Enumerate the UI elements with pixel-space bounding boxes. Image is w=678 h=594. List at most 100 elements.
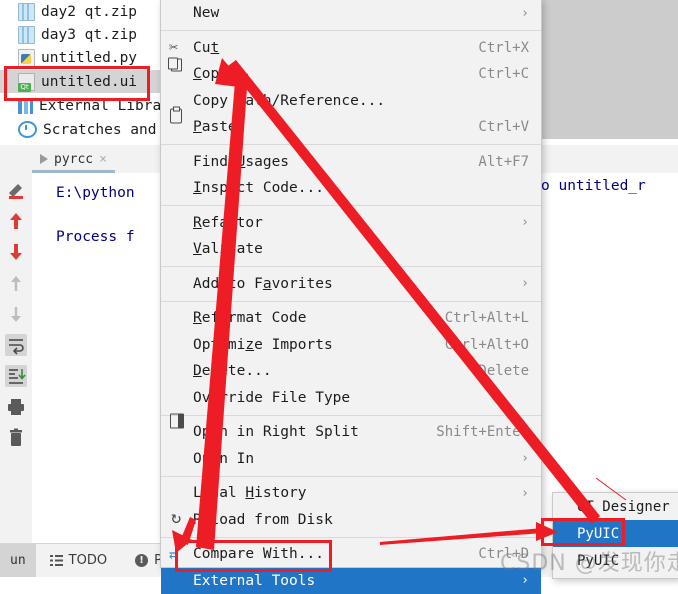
menu-item-shortcut: Delete: [478, 363, 529, 379]
console-line-1-continued: o untitled_r: [541, 178, 646, 194]
menu-item-shortcut: Ctrl+Alt+L: [445, 310, 529, 326]
menu-item-optimize-imports[interactable]: Optimize Imports Ctrl+Alt+O: [161, 332, 541, 359]
menu-item-delete[interactable]: Delete... Delete: [161, 358, 541, 385]
tree-item-label: Scratches and C: [43, 122, 174, 138]
submenu-item-pyuic[interactable]: PyUIC: [553, 520, 678, 547]
cut-icon: [169, 40, 185, 56]
run-toolbar[interactable]: [0, 145, 33, 544]
menu-separator: [161, 537, 541, 538]
todo-icon: [50, 555, 63, 566]
chevron-right-icon: ›: [521, 451, 529, 466]
menu-item-inspect-code[interactable]: Inspect Code...: [161, 175, 541, 202]
zip-file-icon: [18, 3, 35, 21]
menu-item-shortcut: Ctrl+Alt+O: [445, 337, 529, 353]
menu-item-label: Optimize Imports: [193, 337, 445, 353]
menu-separator: [161, 266, 541, 267]
tree-item-label: day3 qt.zip: [41, 27, 137, 43]
menu-item-copy[interactable]: Copy Ctrl+C: [161, 61, 541, 88]
menu-item-label: Open In: [193, 451, 511, 467]
submenu-item-label: QT Designer: [577, 499, 670, 515]
menu-separator: [161, 30, 541, 31]
tree-item-label: day2 qt.zip: [41, 4, 137, 20]
soft-wrap-icon[interactable]: [5, 334, 27, 356]
menu-separator: [161, 144, 541, 145]
next-occurrence-icon[interactable]: [5, 241, 27, 263]
file-context-menu[interactable]: New › Cut Ctrl+X Copy Ctrl+C Copy Path/R…: [160, 0, 542, 568]
menu-separator: [161, 476, 541, 477]
chevron-right-icon: ›: [521, 215, 529, 230]
menu-item-label: Paste: [193, 119, 478, 135]
split-editor-icon: [170, 414, 184, 429]
menu-item-reload-from-disk[interactable]: Reload from Disk: [161, 507, 541, 534]
print-icon[interactable]: [5, 396, 27, 418]
menu-item-label: Compare With...: [193, 546, 478, 562]
compare-icon: [169, 546, 185, 562]
menu-separator: [161, 415, 541, 416]
menu-item-label: External Tools: [193, 573, 511, 589]
external-libraries-icon: [18, 98, 33, 114]
menu-item-label: Copy Path/Reference...: [193, 93, 529, 109]
submenu-item-label: PyUIC: [577, 553, 619, 569]
menu-item-copy-path-reference[interactable]: Copy Path/Reference...: [161, 88, 541, 115]
menu-item-paste[interactable]: Paste Ctrl+V: [161, 114, 541, 141]
problems-icon: [135, 554, 148, 567]
menu-item-open-in-right-split[interactable]: Open in Right Split Shift+Enter: [161, 419, 541, 446]
scratches-icon: [18, 121, 37, 138]
menu-item-new[interactable]: New ›: [161, 0, 541, 27]
rerun-icon[interactable]: [5, 179, 27, 201]
menu-item-label: Open in Right Split: [193, 424, 436, 440]
tree-item-label: untitled.py: [41, 50, 137, 66]
status-todo-label: TODO: [69, 553, 107, 568]
menu-item-label: Delete...: [193, 363, 478, 379]
menu-item-open-in[interactable]: Open In ›: [161, 446, 541, 473]
tree-item-label: untitled.ui: [41, 74, 137, 90]
menu-item-cut[interactable]: Cut Ctrl+X: [161, 35, 541, 62]
menu-item-local-history[interactable]: Local History ›: [161, 480, 541, 507]
menu-item-shortcut: Ctrl+X: [478, 40, 529, 56]
external-tools-submenu[interactable]: QT Designer PyUIC PyUIC: [552, 492, 678, 579]
reload-icon: [169, 512, 185, 528]
run-play-icon: [40, 154, 48, 164]
menu-item-label: Copy: [193, 66, 478, 82]
chevron-right-icon: ›: [521, 6, 529, 21]
prev-occurrence-icon[interactable]: [5, 210, 27, 232]
menu-item-label: Override File Type: [193, 390, 529, 406]
run-tab-pyrcc[interactable]: pyrcc ×: [32, 145, 115, 173]
copy-icon: [171, 59, 182, 72]
menu-item-refactor[interactable]: Refactor ›: [161, 210, 541, 237]
down-arrow-icon[interactable]: [5, 303, 27, 325]
menu-item-label: New: [193, 5, 511, 21]
menu-item-reformat-code[interactable]: Reformat Code Ctrl+Alt+L: [161, 305, 541, 332]
tree-item-label: External Librar: [39, 98, 170, 114]
paste-icon: [170, 109, 182, 124]
menu-item-add-to-favorites[interactable]: Add to Favorites ›: [161, 271, 541, 298]
chevron-right-icon: ›: [521, 486, 529, 501]
submenu-item-label: PyUIC: [577, 526, 619, 542]
chevron-right-icon: ›: [521, 573, 529, 588]
menu-item-shortcut: Ctrl+C: [478, 66, 529, 82]
status-todo-button[interactable]: TODO: [36, 553, 121, 568]
up-arrow-icon[interactable]: [5, 272, 27, 294]
menu-item-label: Inspect Code...: [193, 180, 529, 196]
menu-item-find-usages[interactable]: Find Usages Alt+F7: [161, 149, 541, 176]
menu-item-compare-with[interactable]: Compare With... Ctrl+D: [161, 541, 541, 568]
submenu-item-pyuic-2[interactable]: PyUIC: [553, 547, 678, 574]
qt-ui-file-icon: [18, 73, 35, 91]
menu-item-shortcut: Ctrl+V: [478, 119, 529, 135]
submenu-item-qt-designer[interactable]: QT Designer: [553, 493, 678, 520]
menu-item-label: Validate: [193, 241, 529, 257]
scroll-to-end-icon[interactable]: [5, 365, 27, 387]
clear-all-icon[interactable]: [5, 427, 27, 449]
menu-item-label: Reload from Disk: [193, 512, 529, 528]
menu-item-shortcut: Shift+Enter: [436, 424, 529, 440]
status-run-button[interactable]: un: [0, 544, 36, 577]
menu-separator: [161, 301, 541, 302]
menu-item-label: Find Usages: [193, 154, 478, 170]
menu-item-shortcut: Alt+F7: [478, 154, 529, 170]
close-icon[interactable]: ×: [99, 152, 107, 167]
menu-item-label: Cut: [193, 40, 478, 56]
menu-item-override-file-type[interactable]: Override File Type: [161, 385, 541, 412]
zip-file-icon: [18, 26, 35, 44]
menu-item-validate[interactable]: Validate: [161, 236, 541, 263]
menu-item-external-tools[interactable]: External Tools ›: [161, 568, 541, 594]
